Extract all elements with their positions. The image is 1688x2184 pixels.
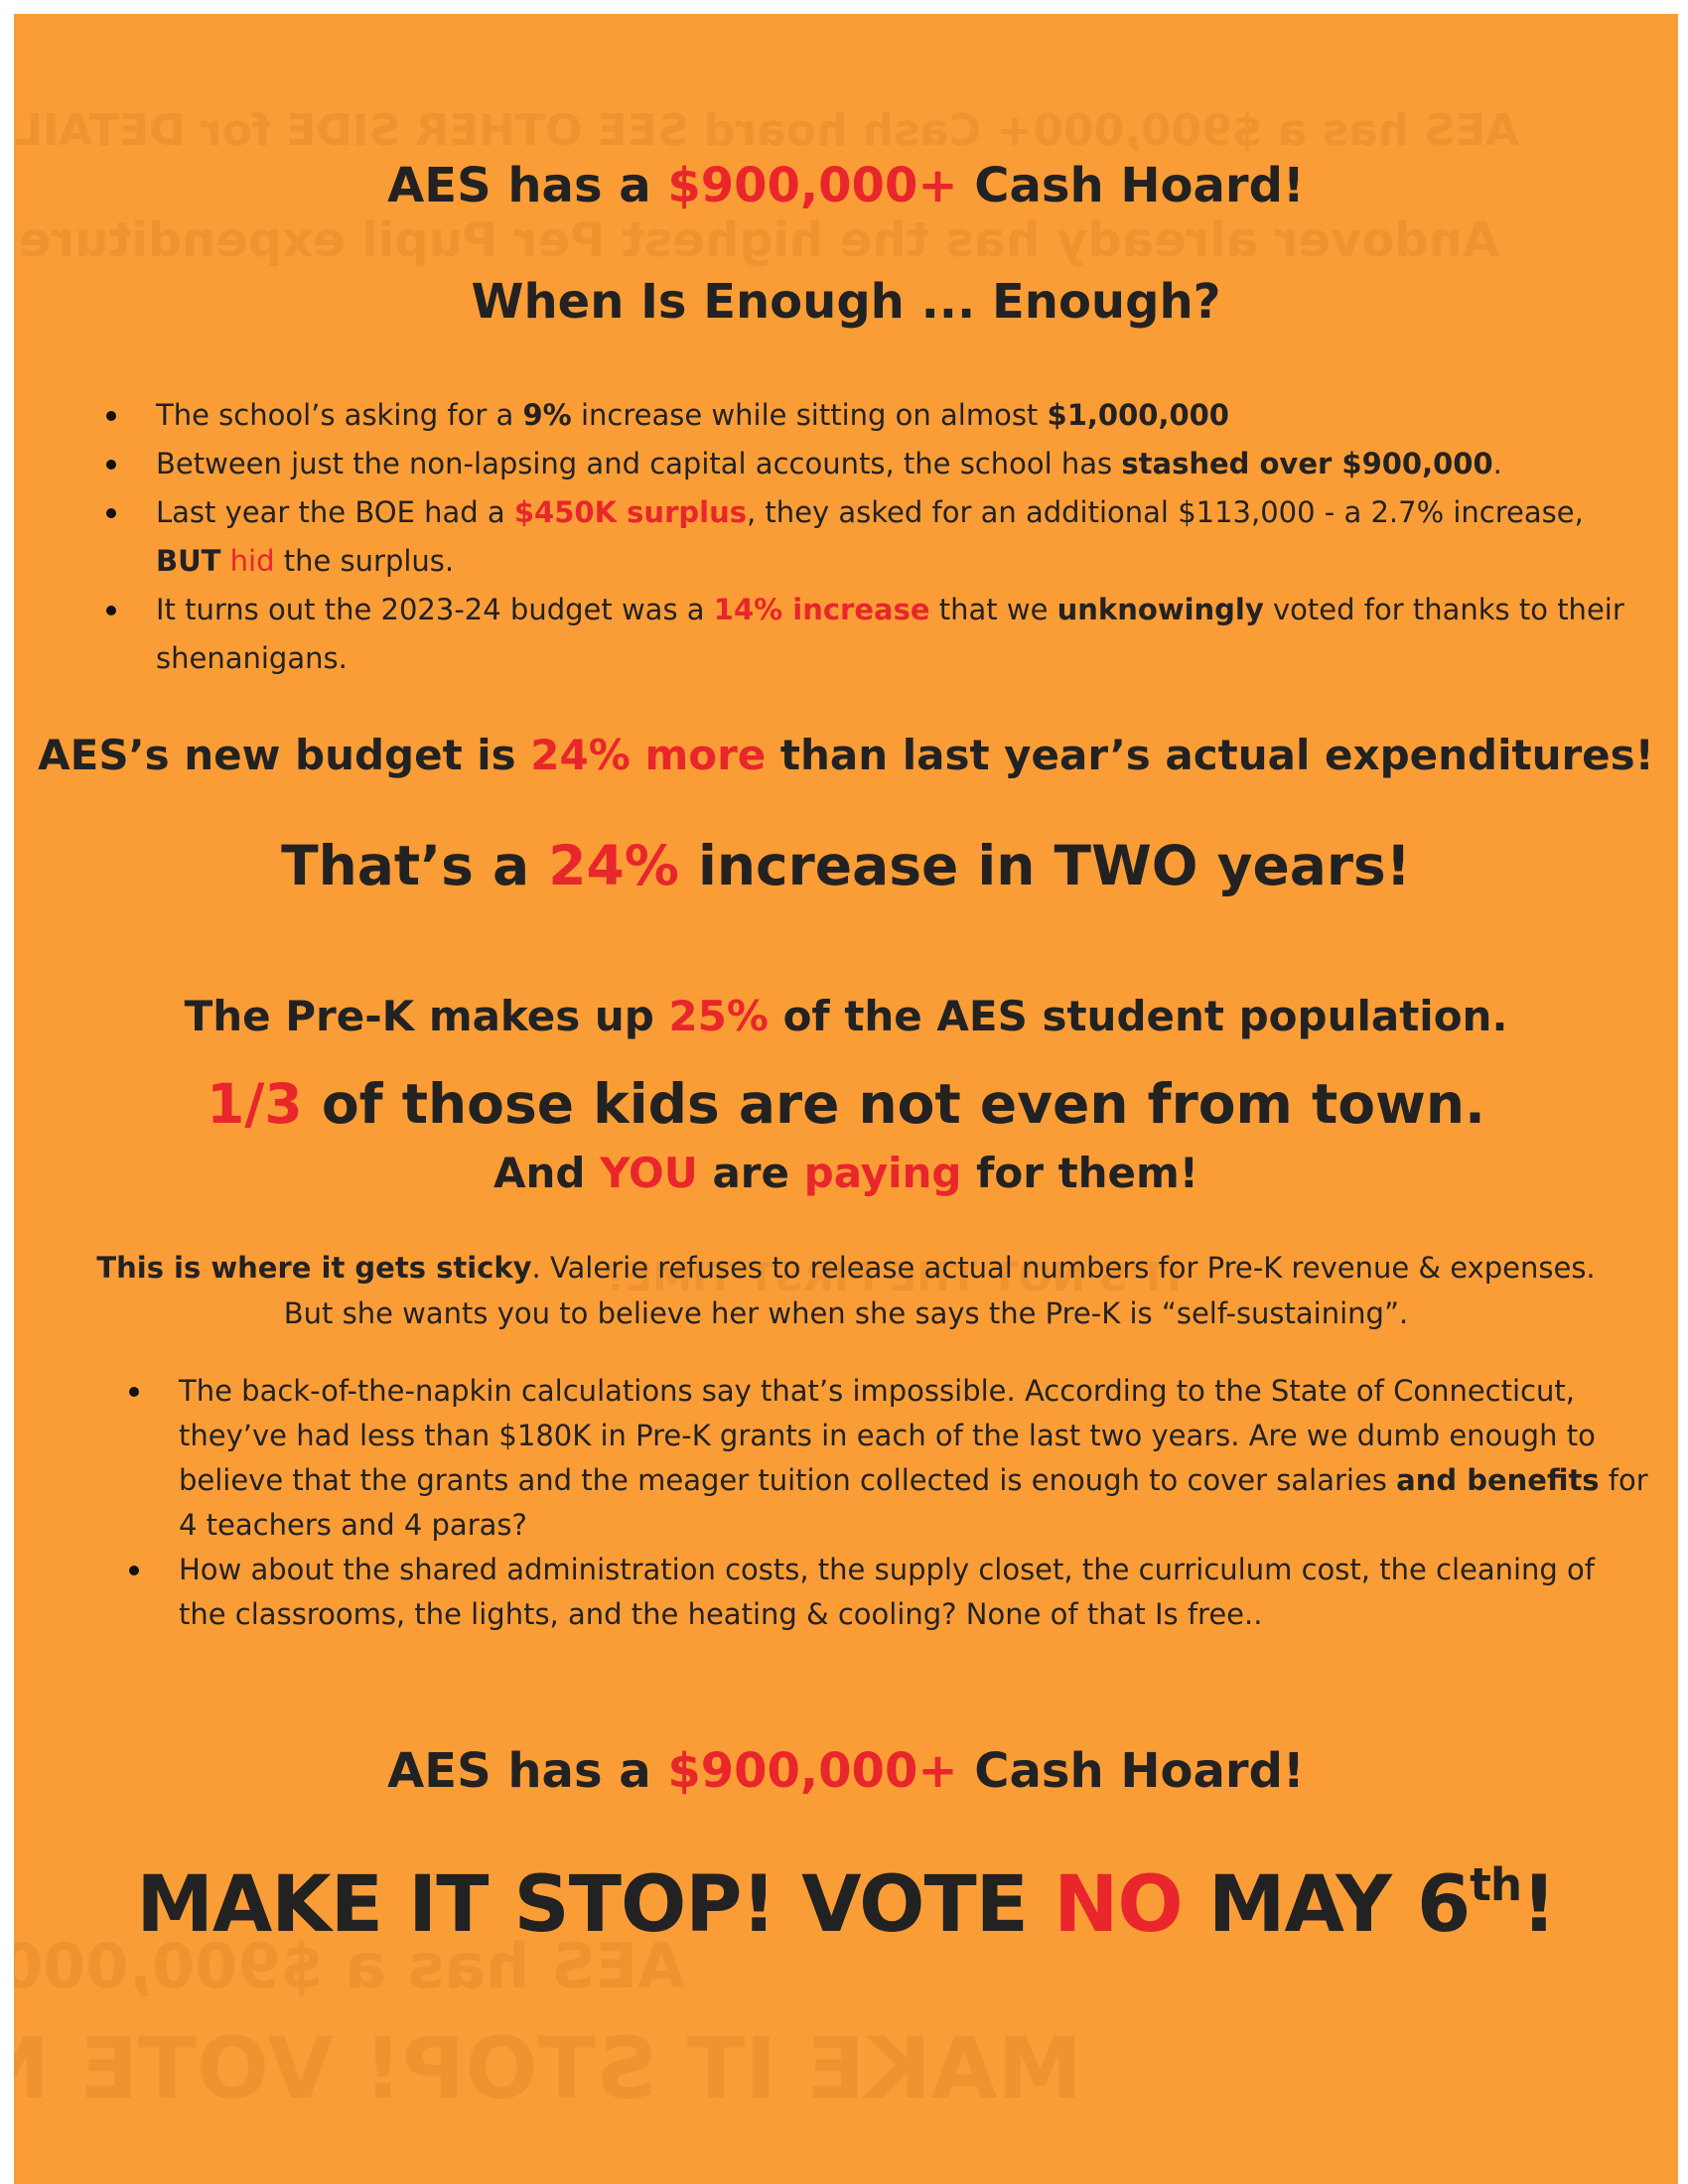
- list-item: It turns out the 2023-24 budget was a 14…: [106, 586, 1625, 683]
- sticky-paragraph: This is where it gets sticky. Valerie re…: [96, 1251, 1596, 1330]
- list-item: How about the shared administration cost…: [129, 1548, 1648, 1637]
- subheadline: When Is Enough ... Enough?: [14, 274, 1678, 330]
- headline-cash-hoard: AES has a $900,000+ Cash Hoard!: [14, 158, 1678, 213]
- list-item: The school’s asking for a 9% increase wh…: [106, 391, 1625, 440]
- list-item: The back-of-the-napkin calculations say …: [129, 1369, 1648, 1548]
- prek-population: The Pre-K makes up 25% of the AES studen…: [184, 992, 1508, 1040]
- list-item: Last year the BOE had a $450K surplus, t…: [106, 488, 1625, 586]
- two-year-increase: That’s a 24% increase in TWO years!: [281, 834, 1411, 897]
- vote-no-call-to-action: MAKE IT STOP! VOTE NO MAY 6th!: [136, 1858, 1556, 1950]
- headline-text-end: Cash Hoard!: [957, 158, 1305, 213]
- flyer-page: AES has a $900,000+ Cash hoard SEE OTHER…: [14, 14, 1678, 2184]
- subheadline-text: When Is Enough ... Enough?: [471, 274, 1221, 330]
- headline-text: AES has a: [387, 158, 668, 213]
- bullet-list-prek-costs: The back-of-the-napkin calculations say …: [129, 1369, 1648, 1637]
- footer-cash-hoard: AES has a $900,000+ Cash Hoard!: [387, 1743, 1305, 1799]
- budget-statement: AES’s new budget is 24% more than last y…: [38, 731, 1654, 779]
- prek-paying: And YOU are paying for them!: [493, 1149, 1198, 1197]
- headline-amount: $900,000+: [667, 158, 958, 213]
- bullet-list-accounts: The school’s asking for a 9% increase wh…: [106, 391, 1625, 683]
- prek-out-of-town: 1/3 of those kids are not even from town…: [207, 1072, 1485, 1136]
- list-item: Between just the non-lapsing and capital…: [106, 440, 1625, 488]
